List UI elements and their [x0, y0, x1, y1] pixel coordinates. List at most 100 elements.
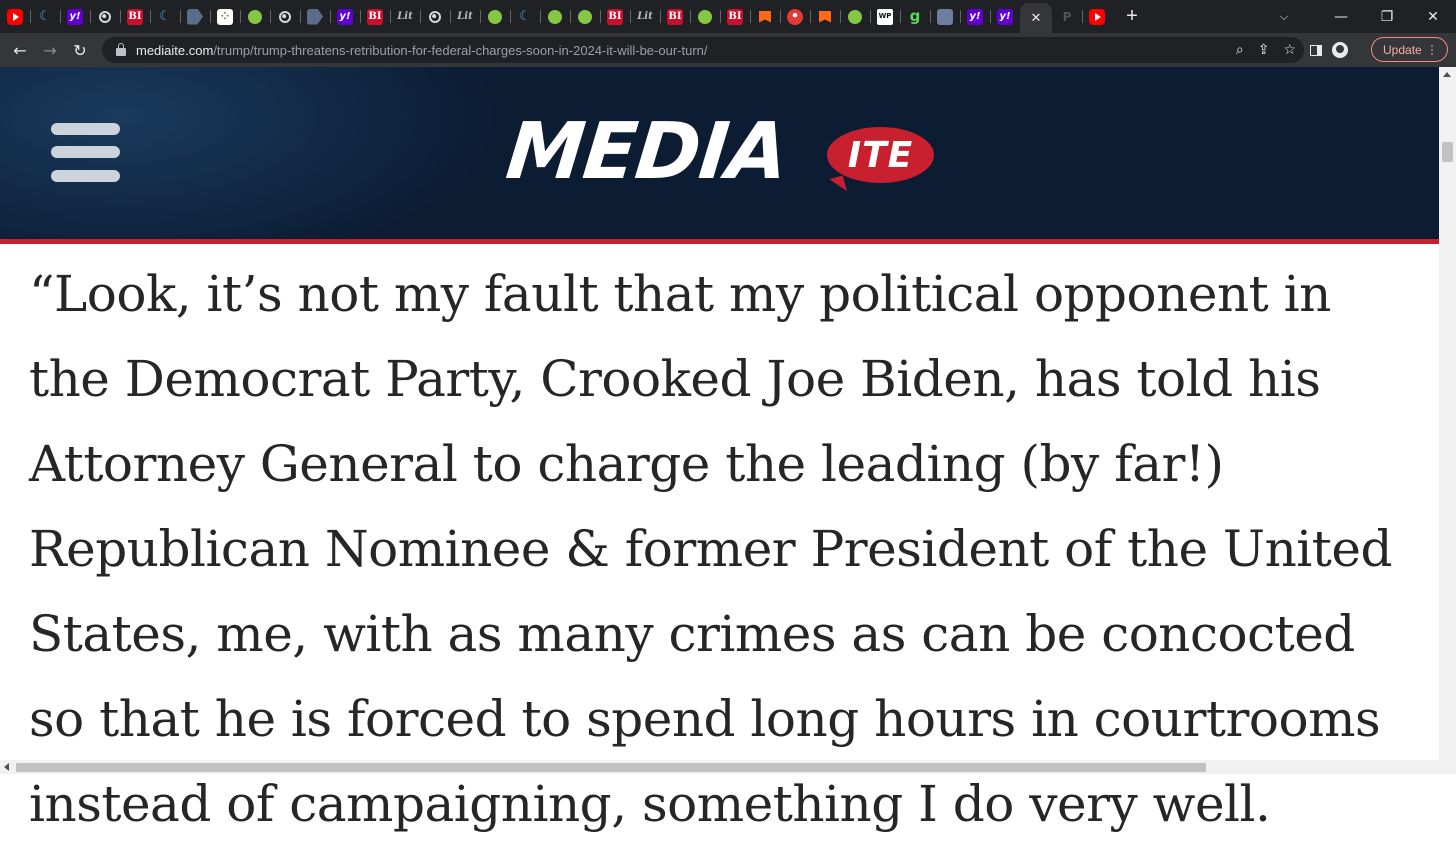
minimize-button[interactable]: — — [1318, 0, 1364, 33]
back-button[interactable]: ← — [5, 35, 35, 65]
url-host: mediaite.com — [136, 42, 214, 58]
rumble-icon — [697, 9, 713, 25]
business-insider-icon: BI — [607, 8, 623, 25]
toolbar-right-icons — [1310, 33, 1348, 67]
bookmark-star-icon[interactable]: ☆ — [1283, 42, 1296, 58]
horizontal-scrollbar[interactable] — [0, 760, 1456, 774]
browser-tab[interactable]: Lit — [390, 0, 420, 33]
close-icon[interactable]: ✕ — [1028, 10, 1044, 26]
browser-tab[interactable]: y! — [60, 0, 90, 33]
shield-icon: ☾ — [159, 9, 171, 24]
url-path: /trump/trump-threatens-retribution-for-f… — [213, 42, 708, 58]
tab-search-button[interactable]: ⌵ — [1264, 0, 1304, 33]
browser-tab[interactable]: ☾ — [30, 0, 60, 33]
browser-tab[interactable] — [300, 0, 330, 33]
browser-tab[interactable] — [1082, 0, 1112, 33]
browser-tab[interactable] — [270, 0, 300, 33]
browser-tab[interactable] — [750, 0, 780, 33]
browser-tab[interactable]: BI — [720, 0, 750, 33]
url-text[interactable]: mediaite.com/trump/trump-threatens-retri… — [136, 43, 708, 58]
site-masthead: MEDIA ITE — [0, 67, 1439, 239]
article-quote: “Look, it’s not my fault that my politic… — [29, 265, 1392, 833]
browser-tab[interactable]: BI — [120, 0, 150, 33]
share-icon[interactable]: ⇪ — [1258, 42, 1270, 58]
hamburger-menu-icon[interactable] — [51, 123, 120, 185]
browser-tab[interactable] — [240, 0, 270, 33]
masthead-red-rule — [0, 239, 1439, 244]
side-panel-icon[interactable] — [1310, 44, 1322, 56]
browser-tab[interactable]: ☾ — [150, 0, 180, 33]
browser-tab[interactable] — [930, 0, 960, 33]
browser-tab[interactable]: WP — [870, 0, 900, 33]
document-icon — [187, 8, 203, 25]
vertical-scroll-thumb[interactable] — [1442, 142, 1453, 162]
scroll-up-arrow-icon[interactable] — [1443, 72, 1451, 77]
browser-tab[interactable]: ⁘ — [210, 0, 240, 33]
substack-icon — [757, 9, 773, 25]
yahoo-icon: y! — [337, 8, 353, 25]
browser-toolbar: ← → ↻ mediaite.com/trump/trump-threatens… — [0, 33, 1456, 67]
globe-icon — [277, 9, 293, 25]
browser-tab[interactable]: P — [1052, 0, 1082, 33]
new-tab-button[interactable]: + — [1118, 0, 1146, 33]
rumble-icon — [247, 9, 263, 25]
shield-icon: ☾ — [39, 9, 51, 24]
forward-button[interactable]: → — [35, 35, 65, 65]
window-controls: ⌵ — ❐ ✕ — [1264, 0, 1456, 33]
horizontal-scroll-thumb[interactable] — [16, 763, 1206, 772]
browser-tab[interactable] — [840, 0, 870, 33]
browser-tab[interactable] — [90, 0, 120, 33]
rumble-icon — [547, 9, 563, 25]
hamburger-bar — [51, 146, 120, 158]
grid-icon: ⁘ — [217, 8, 233, 25]
business-insider-icon: BI — [127, 8, 143, 25]
vertical-scrollbar[interactable] — [1439, 67, 1456, 760]
browser-tab[interactable]: ⏺ — [780, 0, 810, 33]
reload-button[interactable]: ↻ — [65, 35, 95, 65]
lock-icon[interactable] — [116, 43, 126, 56]
browser-tab[interactable] — [420, 0, 450, 33]
close-window-button[interactable]: ✕ — [1410, 0, 1456, 33]
substack-icon — [817, 9, 833, 25]
yahoo-icon: y! — [67, 8, 83, 25]
browser-tab[interactable]: Lit — [630, 0, 660, 33]
globe-icon — [97, 9, 113, 25]
scroll-left-arrow-icon[interactable] — [4, 763, 9, 771]
browser-tab[interactable] — [690, 0, 720, 33]
browser-tab[interactable] — [540, 0, 570, 33]
lit-icon: Lit — [457, 10, 473, 22]
browser-tab[interactable] — [180, 0, 210, 33]
browser-tab[interactable]: BI — [600, 0, 630, 33]
business-insider-icon: BI — [727, 8, 743, 25]
tab-active[interactable]: ✕ — [1020, 3, 1052, 33]
browser-tab[interactable] — [810, 0, 840, 33]
restore-button[interactable]: ❐ — [1364, 0, 1410, 33]
lit-icon: Lit — [397, 10, 413, 22]
browser-tab[interactable]: y! — [330, 0, 360, 33]
browser-tab[interactable] — [570, 0, 600, 33]
globe-icon — [427, 9, 443, 25]
tab-strip: ☾ y! BI ☾ ⁘ y! BI Lit Lit ☾ BI Lit BI BI ⏺ WP g y! y! ✕ P + … — [0, 0, 1456, 33]
browser-tab[interactable]: BI — [660, 0, 690, 33]
youtube-icon — [7, 8, 23, 25]
update-button[interactable]: Update ⋮ — [1371, 37, 1448, 62]
browser-tab[interactable] — [480, 0, 510, 33]
profile-avatar-icon[interactable] — [1332, 42, 1348, 58]
browser-tab[interactable]: BI — [360, 0, 390, 33]
yahoo-icon: y! — [967, 8, 983, 25]
browser-tab[interactable]: y! — [960, 0, 990, 33]
address-bar[interactable]: mediaite.com/trump/trump-threatens-retri… — [102, 37, 1304, 63]
browser-tab[interactable]: g — [900, 0, 930, 33]
browser-tab[interactable]: y! — [990, 0, 1020, 33]
business-insider-icon: BI — [667, 8, 683, 25]
browser-tab[interactable]: ☾ — [510, 0, 540, 33]
microphone-icon: ⏺ — [787, 8, 803, 25]
zoom-icon[interactable]: ⌕ — [1236, 42, 1244, 58]
browser-tab[interactable] — [0, 0, 30, 33]
menu-kebab-icon[interactable]: ⋮ — [1426, 43, 1438, 57]
youtube-icon — [1089, 8, 1105, 25]
rumble-icon — [847, 9, 863, 25]
logo-wordmark: MEDIA — [502, 107, 792, 197]
browser-tab[interactable]: Lit — [450, 0, 480, 33]
logo-bubble-text: ITE — [847, 134, 914, 176]
